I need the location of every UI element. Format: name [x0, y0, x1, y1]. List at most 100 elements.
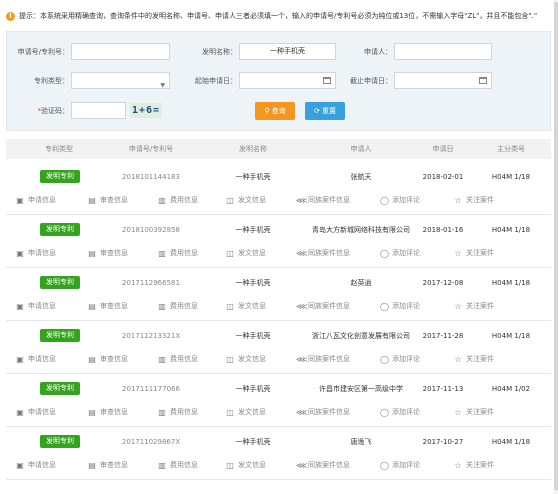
action-5[interactable]: ◯ 添加评论	[380, 195, 420, 205]
invention-name-cell: 一种手机壳	[235, 332, 271, 340]
action-1[interactable]: ▤ 审查信息	[88, 301, 128, 311]
action-0[interactable]: ▣ 申请信息	[16, 301, 56, 311]
action-6[interactable]: ☆ 关注案件	[454, 195, 494, 205]
action-0[interactable]: ▣ 申请信息	[16, 195, 56, 205]
action-6[interactable]: ☆ 关注案件	[454, 248, 494, 258]
comment-icon: ◯	[380, 248, 389, 258]
scrollbar-thumb[interactable]	[554, 2, 558, 490]
refresh-icon: ⟳	[313, 107, 323, 115]
fee-icon: ▥	[158, 460, 166, 470]
table-row: 发明专利 201711213321X 一种手机壳 浙江八瓦文化创意发展有限公司 2017…	[6, 322, 551, 374]
calendar-icon[interactable]	[479, 77, 487, 84]
action-label: 发文信息	[238, 461, 266, 469]
start-date-label: 起始申请日：	[195, 77, 237, 85]
action-label: 费用信息	[170, 408, 198, 416]
app-no-link[interactable]: 2017112966581	[122, 276, 180, 290]
action-6[interactable]: ☆ 关注案件	[454, 460, 494, 470]
action-6[interactable]: ☆ 关注案件	[454, 301, 494, 311]
action-2[interactable]: ▥ 费用信息	[158, 354, 198, 364]
action-4[interactable]: ⋘ 同族案件信息	[296, 195, 350, 205]
invention-name-input[interactable]: 一种手机壳	[239, 43, 336, 60]
action-1[interactable]: ▤ 审查信息	[88, 407, 128, 417]
end-date-input[interactable]	[394, 72, 492, 89]
action-3[interactable]: ◫ 发文信息	[226, 407, 266, 417]
action-2[interactable]: ▥ 费用信息	[158, 407, 198, 417]
app-no-link[interactable]: 201711029867X	[122, 435, 180, 449]
patent-type-badge: 发明专利	[40, 276, 80, 289]
row-actions: ▣ 申请信息 ▤ 审查信息 ▥ 费用信息 ◫ 发文信息 ⋘ 同族案件信息 ◯ 添加评论 ☆ 关注案件	[6, 460, 551, 474]
fee-icon: ▥	[158, 301, 166, 311]
action-3[interactable]: ◫ 发文信息	[226, 195, 266, 205]
action-4[interactable]: ⋘ 同族案件信息	[296, 407, 350, 417]
action-0[interactable]: ▣ 申请信息	[16, 248, 56, 258]
calendar-icon[interactable]	[323, 77, 331, 84]
app-no-label: 申请号/专利号：	[17, 48, 69, 56]
patent-type-badge: 发明专利	[40, 170, 80, 183]
action-5[interactable]: ◯ 添加评论	[380, 354, 420, 364]
action-5[interactable]: ◯ 添加评论	[380, 301, 420, 311]
row-actions: ▣ 申请信息 ▤ 审查信息 ▥ 费用信息 ◫ 发文信息 ⋘ 同族案件信息 ◯ 添加评论 ☆ 关注案件	[6, 195, 551, 209]
action-3[interactable]: ◫ 发文信息	[226, 301, 266, 311]
action-5[interactable]: ◯ 添加评论	[380, 407, 420, 417]
image-icon: ▣	[16, 407, 24, 417]
invention-name-cell: 一种手机壳	[235, 226, 271, 234]
document-icon: ▤	[88, 407, 96, 417]
tip-text: 提示：本系统采用精确查询，查询条件中的发明名称、申请号、申请人三者必须填一个，输…	[19, 12, 538, 20]
applicant-cell: 青岛大方新城网络科技有限公司	[312, 226, 410, 234]
reset-button[interactable]: ⟳ 重置	[305, 102, 345, 120]
action-3[interactable]: ◫ 发文信息	[226, 460, 266, 470]
action-1[interactable]: ▤ 审查信息	[88, 248, 128, 258]
action-5[interactable]: ◯ 添加评论	[380, 460, 420, 470]
header-date: 申请日	[432, 145, 454, 153]
comment-icon: ◯	[380, 460, 389, 470]
captcha-input[interactable]	[71, 102, 126, 119]
action-label: 费用信息	[170, 249, 198, 257]
date-cell: 2017-10-27	[422, 438, 464, 446]
action-5[interactable]: ◯ 添加评论	[380, 248, 420, 258]
action-0[interactable]: ▣ 申请信息	[16, 407, 56, 417]
action-0[interactable]: ▣ 申请信息	[16, 354, 56, 364]
action-2[interactable]: ▥ 费用信息	[158, 195, 198, 205]
header-applicant: 申请人	[350, 145, 372, 153]
action-6[interactable]: ☆ 关注案件	[454, 407, 494, 417]
scrollbar[interactable]	[554, 0, 558, 494]
action-1[interactable]: ▤ 审查信息	[88, 195, 128, 205]
action-4[interactable]: ⋘ 同族案件信息	[296, 301, 350, 311]
action-1[interactable]: ▤ 审查信息	[88, 354, 128, 364]
star-icon: ☆	[454, 460, 462, 470]
action-4[interactable]: ⋘ 同族案件信息	[296, 460, 350, 470]
action-2[interactable]: ▥ 费用信息	[158, 460, 198, 470]
type-select[interactable]: ▼	[71, 72, 170, 89]
action-2[interactable]: ▥ 费用信息	[158, 301, 198, 311]
fee-icon: ▥	[158, 407, 166, 417]
warning-icon: !	[6, 11, 15, 21]
image-icon: ▣	[16, 248, 24, 258]
action-label: 添加评论	[392, 302, 420, 310]
app-no-link[interactable]: 201711213321X	[122, 329, 180, 343]
action-3[interactable]: ◫ 发文信息	[226, 354, 266, 364]
patent-type-badge: 发明专利	[40, 329, 80, 342]
app-no-link[interactable]: 2018100392858	[122, 223, 180, 237]
applicant-cell: 张航天	[350, 173, 372, 181]
action-label: 同族案件信息	[308, 408, 350, 416]
action-label: 费用信息	[170, 196, 198, 204]
action-4[interactable]: ⋘ 同族案件信息	[296, 354, 350, 364]
action-3[interactable]: ◫ 发文信息	[226, 248, 266, 258]
applicant-input[interactable]	[394, 43, 492, 60]
star-icon: ☆	[454, 301, 462, 311]
app-no-link[interactable]: 2017111177066	[122, 382, 180, 396]
action-2[interactable]: ▥ 费用信息	[158, 248, 198, 258]
action-0[interactable]: ▣ 申请信息	[16, 460, 56, 470]
action-6[interactable]: ☆ 关注案件	[454, 354, 494, 364]
captcha-image[interactable]: 1+6=	[130, 103, 162, 118]
class-cell: H04M 1/18	[491, 332, 531, 340]
search-button[interactable]: ⚲ 查询	[255, 102, 295, 120]
image-icon: ▣	[16, 460, 24, 470]
app-no-input[interactable]	[71, 43, 170, 60]
action-1[interactable]: ▤ 审查信息	[88, 460, 128, 470]
row-actions: ▣ 申请信息 ▤ 审查信息 ▥ 费用信息 ◫ 发文信息 ⋘ 同族案件信息 ◯ 添加评论 ☆ 关注案件	[6, 301, 551, 315]
action-4[interactable]: ⋘ 同族案件信息	[296, 248, 350, 258]
start-date-input[interactable]	[239, 72, 336, 89]
app-no-link[interactable]: 2018101144183	[122, 170, 180, 184]
action-label: 费用信息	[170, 302, 198, 310]
